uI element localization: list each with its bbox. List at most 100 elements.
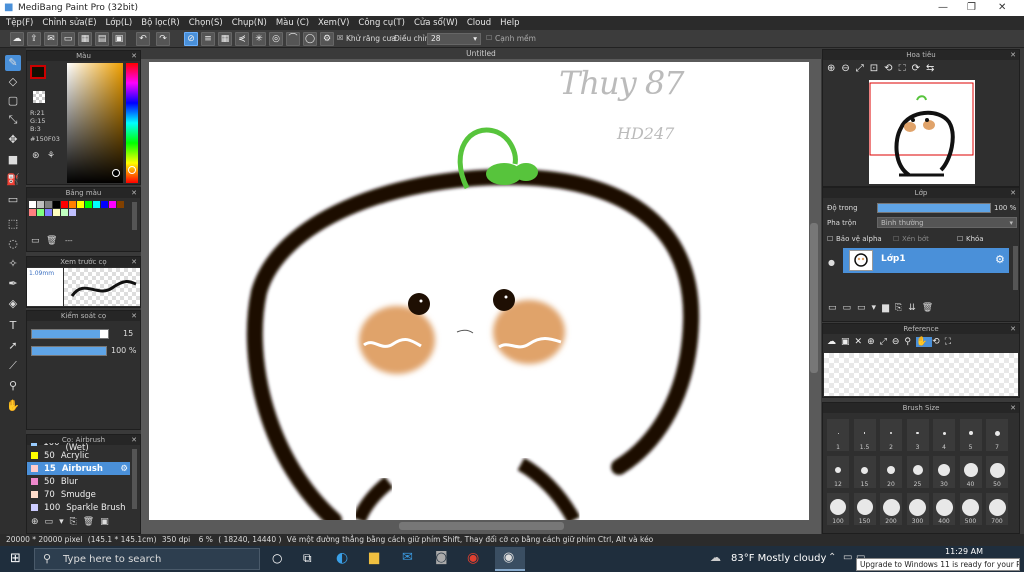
menu-select[interactable]: Chọn(S) <box>189 18 223 28</box>
zoom-in-icon[interactable]: ⊕ <box>827 63 841 74</box>
palette-scrollbar[interactable] <box>132 202 137 230</box>
palette-swatch[interactable] <box>61 201 68 208</box>
horizontal-scrollbar[interactable] <box>399 522 564 530</box>
soft-edge-checkbox[interactable]: ☐ <box>486 34 492 42</box>
zoom-out-icon[interactable]: ⊖ <box>892 337 905 347</box>
comment-icon[interactable]: ✉ <box>44 32 58 46</box>
layout-icon[interactable]: ▤ <box>95 32 109 46</box>
circle-snap-icon[interactable]: ◎ <box>269 32 283 46</box>
bucket-tool-icon[interactable]: ⛽ <box>5 172 21 188</box>
panel-icon[interactable]: ▭ <box>61 32 75 46</box>
palette-swatch[interactable] <box>53 201 60 208</box>
fullscreen-icon[interactable]: ⛶ <box>899 63 912 74</box>
new-layer-icon[interactable]: ▭ <box>828 303 843 313</box>
brush-menu-icon[interactable]: ▾ <box>59 517 70 527</box>
brush-size-option[interactable]: 25 <box>906 456 929 488</box>
foreground-color[interactable] <box>30 65 46 79</box>
rotate-icon[interactable]: ⟲ <box>932 337 945 347</box>
palette-swatch[interactable] <box>69 209 76 216</box>
close-icon[interactable]: ✕ <box>131 435 137 445</box>
delete-icon[interactable]: 🗑 <box>83 517 100 527</box>
eraser-tool-icon[interactable]: ◇ <box>5 74 21 90</box>
layer-menu-icon[interactable]: ▾ <box>872 303 883 313</box>
lasso-icon[interactable]: ◌ <box>5 236 21 252</box>
brush-size-option[interactable]: 700 <box>986 493 1008 525</box>
fullscreen-icon[interactable]: ⛶ <box>945 337 956 347</box>
drawing-canvas[interactable]: Thuy 87 HD247 <box>149 62 809 520</box>
grid-icon[interactable]: ▦ <box>78 32 92 46</box>
palette-swatch[interactable] <box>45 209 52 216</box>
fit-icon[interactable]: ⤢ <box>856 63 870 74</box>
brush-size-option[interactable]: 500 <box>959 493 982 525</box>
hand-icon[interactable]: ✋ <box>915 337 933 347</box>
brush-item-selected[interactable]: 15 Airbrush ⚙ <box>27 462 130 475</box>
menu-view[interactable]: Xem(V) <box>318 18 349 28</box>
magic-wand-icon[interactable]: ✧ <box>5 256 21 272</box>
saturation-picker[interactable] <box>67 63 123 183</box>
close-icon[interactable]: ✕ <box>1010 403 1016 413</box>
divide-tool-icon[interactable]: ⟋ <box>5 358 21 374</box>
camera-icon[interactable]: ◙ <box>435 550 448 565</box>
brush-folder-icon[interactable]: ▣ <box>100 517 115 527</box>
menu-tools[interactable]: Công cụ(T) <box>358 18 405 28</box>
rect-select-icon[interactable]: ⬚ <box>5 216 21 232</box>
menu-layer[interactable]: Lớp(L) <box>106 18 133 28</box>
fit-icon[interactable]: ⤢ <box>880 337 892 347</box>
protect-alpha-checkbox[interactable]: ☐ <box>827 235 833 243</box>
palette-swatch[interactable] <box>37 209 44 216</box>
brush-item[interactable]: 100 Sparkle Brush <box>27 501 130 513</box>
eyedropper-icon[interactable]: ⚲ <box>904 337 916 347</box>
duplicate-icon[interactable]: ⎘ <box>895 303 908 313</box>
menu-cloud[interactable]: Cloud <box>467 18 491 28</box>
brush-size-option[interactable]: 20 <box>880 456 902 488</box>
weather-text[interactable]: 83°F Mostly cloudy <box>731 553 826 564</box>
tray-app-icon[interactable]: ▭ <box>843 552 852 563</box>
text-tool-icon[interactable]: T <box>5 318 21 334</box>
brush-size-option[interactable]: 5 <box>959 419 982 451</box>
layer-opacity-slider[interactable] <box>877 203 991 213</box>
brush-list-scrollbar[interactable] <box>132 449 137 509</box>
gradient-tool-icon[interactable]: ▭ <box>5 192 21 208</box>
adjust-dropdown[interactable]: 28 ▾ <box>427 33 481 45</box>
vanish-snap-icon[interactable]: ⋞ <box>235 32 249 46</box>
palette-swatch[interactable] <box>109 201 116 208</box>
palette-swatch[interactable] <box>45 201 52 208</box>
menu-snap[interactable]: Chụp(N) <box>232 18 267 28</box>
close-icon[interactable]: ✕ <box>131 51 137 61</box>
close-icon[interactable]: ✕ <box>998 2 1006 13</box>
close-icon[interactable]: ✕ <box>131 188 137 198</box>
task-view-icon[interactable]: ⧉ <box>303 551 312 566</box>
zoom-out-icon[interactable]: ⊖ <box>841 63 855 74</box>
brush-size-option[interactable]: 200 <box>880 493 902 525</box>
brush-item[interactable]: 70 Smudge <box>27 488 130 501</box>
parallel-snap-icon[interactable]: ≡ <box>201 32 215 46</box>
delete-icon[interactable]: 🗑 <box>46 236 57 246</box>
canvas-tab[interactable]: Untitled <box>141 48 821 59</box>
brush-size-option[interactable]: 3 <box>906 419 929 451</box>
snap-off-icon[interactable]: ⊘ <box>184 32 198 46</box>
brush-size-option[interactable]: 30 <box>933 456 955 488</box>
brush-opacity-slider[interactable] <box>31 346 107 356</box>
palette-swatch[interactable] <box>117 201 124 208</box>
cross-snap-icon[interactable]: ▦ <box>218 32 232 46</box>
actual-size-icon[interactable]: ⊡ <box>870 63 884 74</box>
brush-size-slider[interactable] <box>31 329 109 339</box>
blend-dropdown[interactable]: Bình thường ▾ <box>877 217 1017 228</box>
hand-tool-icon[interactable]: ✋ <box>5 398 21 414</box>
close-icon[interactable]: ✕ <box>1010 50 1016 60</box>
menu-window[interactable]: Cửa sổ(W) <box>414 18 458 28</box>
palette-swatch[interactable] <box>29 209 36 216</box>
mail-icon[interactable]: ✉ <box>402 550 413 565</box>
flip-icon[interactable]: ⇆ <box>926 63 940 74</box>
snap-settings-icon[interactable]: ⚙ <box>320 32 334 46</box>
zoom-in-icon[interactable]: ⊕ <box>867 337 880 347</box>
maximize-icon[interactable]: ❐ <box>967 2 976 13</box>
menu-filter[interactable]: Bộ lọc(R) <box>141 18 180 28</box>
close-icon[interactable]: ✕ <box>855 337 868 347</box>
rotate-left-icon[interactable]: ⟲ <box>884 63 898 74</box>
palette-swatch[interactable] <box>61 209 68 216</box>
rotate-reset-icon[interactable]: ⟳ <box>912 63 926 74</box>
cloud-icon[interactable]: ☁ <box>10 32 24 46</box>
brush-size-option[interactable]: 50 <box>986 456 1008 488</box>
menu-file[interactable]: Tệp(F) <box>6 18 33 28</box>
